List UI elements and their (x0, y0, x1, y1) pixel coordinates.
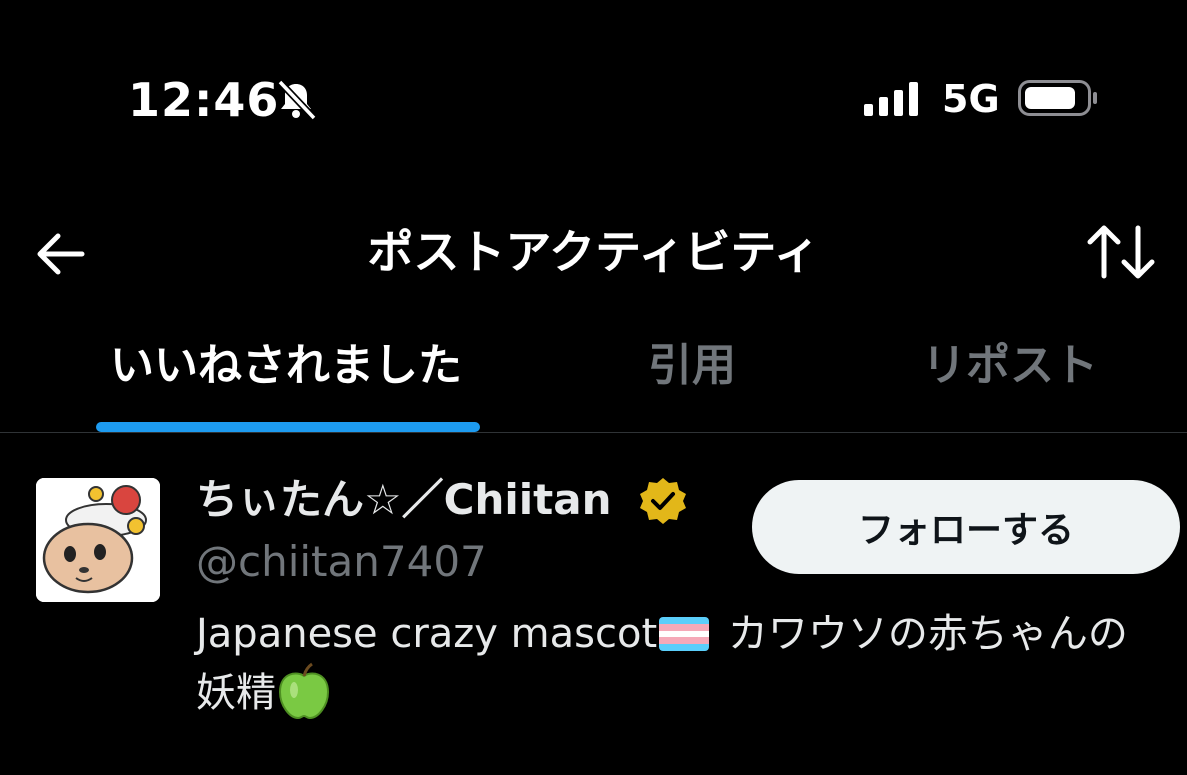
divider (0, 432, 1187, 433)
verified-badge-icon (640, 478, 686, 524)
bio-text: Japanese crazy mascot (196, 611, 658, 657)
status-time: 12:46 (128, 73, 280, 127)
page-title: ポストアクティビティ (367, 225, 820, 279)
user-bio: Japanese crazy mascot カワウソの赤ちゃんの妖精 (196, 606, 1156, 721)
green-apple-icon (278, 662, 330, 720)
follow-button[interactable]: フォローする (752, 480, 1180, 574)
user-handle[interactable]: @chiitan7407 (196, 532, 487, 592)
sort-arrows-icon[interactable] (1084, 220, 1160, 284)
active-tab-indicator (96, 422, 480, 432)
bell-slash-icon (277, 79, 317, 121)
signal-icon (864, 82, 918, 116)
display-name[interactable]: ちぃたん☆／Chiitan (196, 470, 612, 530)
otter-avatar-image (36, 478, 160, 602)
tab-repost[interactable]: リポスト (922, 334, 1098, 398)
tab-liked[interactable]: いいねされました (110, 334, 462, 398)
battery-icon (1018, 80, 1097, 116)
tab-quote[interactable]: 引用 (648, 334, 736, 398)
transgender-flag-icon (659, 617, 710, 651)
avatar[interactable] (36, 478, 160, 602)
network-type: 5G (942, 77, 1000, 121)
